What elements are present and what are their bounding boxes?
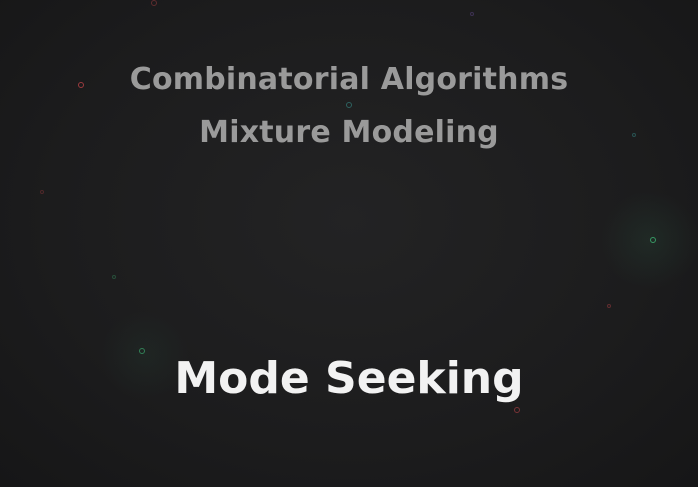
particle-dot (650, 237, 656, 243)
particle-dot (607, 304, 611, 308)
particle-dot (514, 407, 520, 413)
particle-dot (112, 275, 116, 279)
particle-dot (346, 102, 352, 108)
slide-canvas: Combinatorial Algorithms Mixture Modelin… (0, 0, 698, 487)
subtitle-line-2: Mixture Modeling (199, 115, 499, 150)
subtitle-line-1: Combinatorial Algorithms (129, 62, 569, 97)
particle-dot (151, 0, 157, 6)
particle-dot (40, 190, 44, 194)
slide-title: Mode Seeking (174, 353, 524, 404)
glow-decoration (600, 190, 698, 290)
particle-dot (470, 12, 474, 16)
